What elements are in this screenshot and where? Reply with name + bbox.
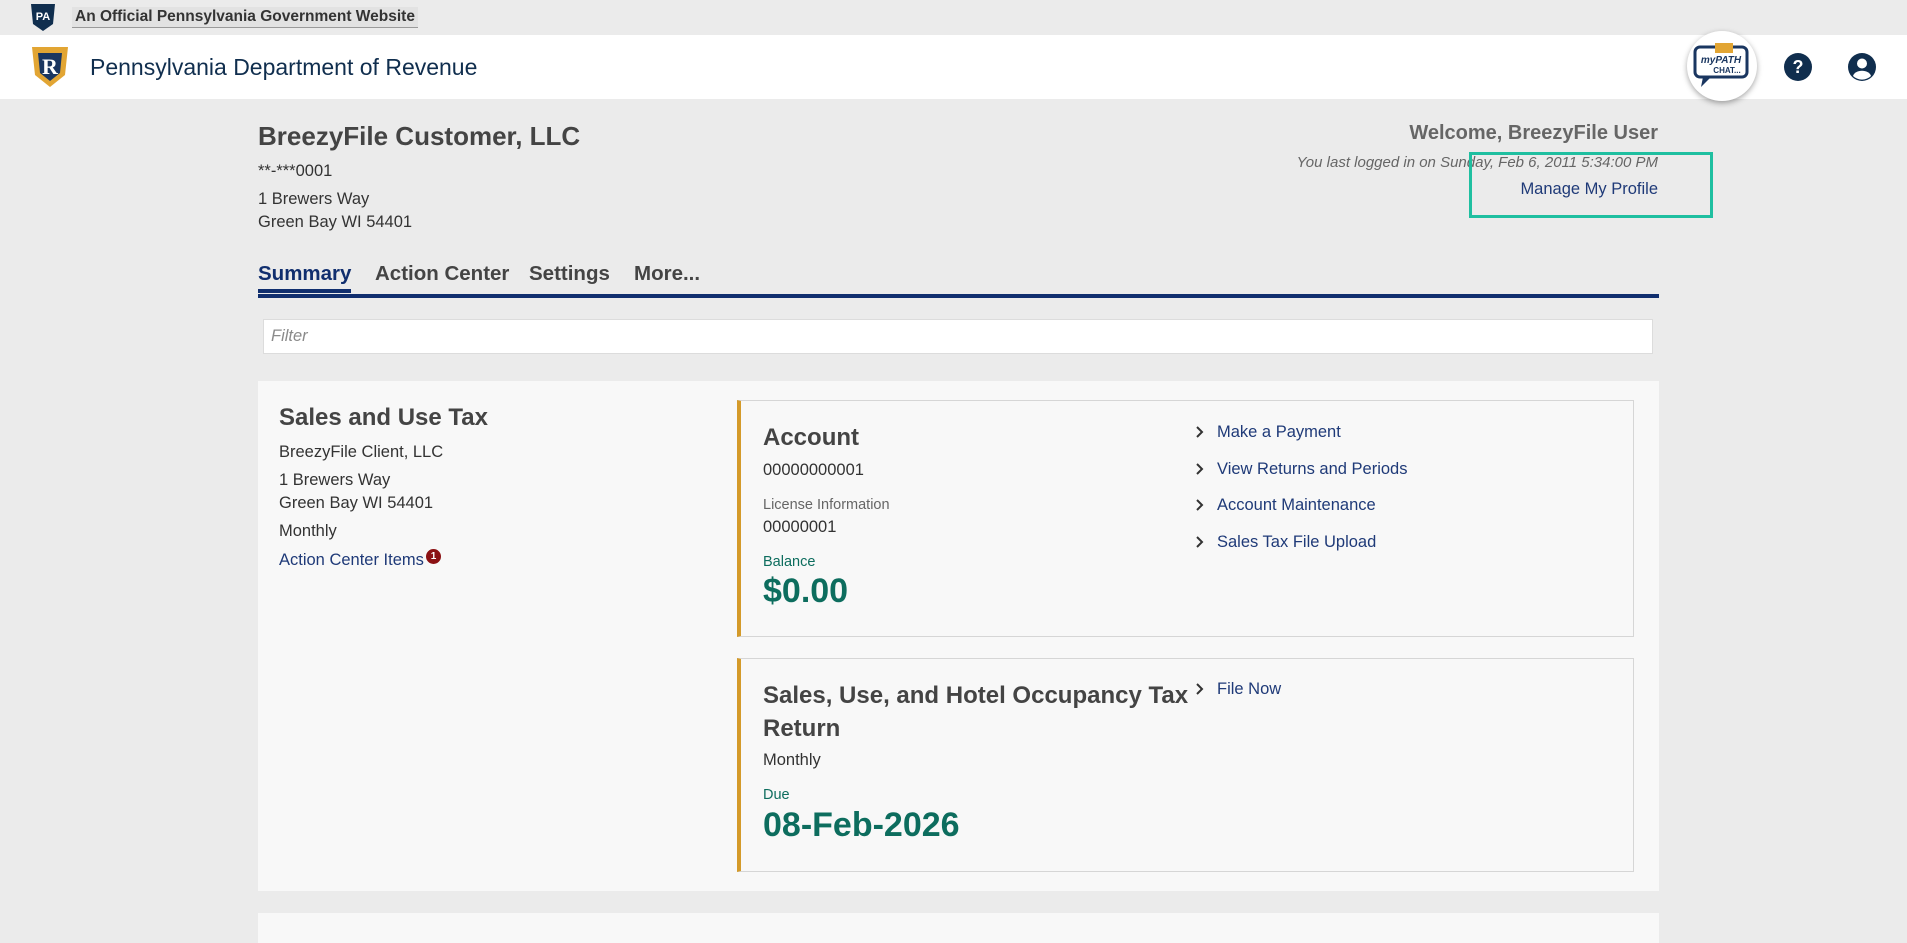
- account-number: 00000000001: [763, 461, 864, 479]
- pa-badge-text: PA: [36, 11, 51, 23]
- mypath-chat-button[interactable]: myPATH CHAT...: [1687, 31, 1757, 101]
- tax-frequency: Monthly: [279, 522, 337, 540]
- chevron-right-icon: [1196, 536, 1204, 548]
- tax-address-line1: 1 Brewers Way: [279, 471, 391, 489]
- tab-more[interactable]: More...: [634, 262, 700, 286]
- tab-settings[interactable]: Settings: [529, 262, 610, 286]
- logo-letter: R: [42, 54, 59, 79]
- return-frequency: Monthly: [763, 751, 821, 769]
- welcome-greeting: Welcome, BreezyFile User: [1409, 122, 1658, 144]
- due-date: 08-Feb-2026: [763, 806, 960, 844]
- sales-tax-upload-label: Sales Tax File Upload: [1217, 533, 1377, 551]
- tax-account-title: Sales and Use Tax: [279, 404, 488, 431]
- view-returns-label: View Returns and Periods: [1217, 460, 1408, 478]
- chat-text-bottom: CHAT...: [1713, 66, 1740, 75]
- balance-amount: $0.00: [763, 572, 849, 610]
- return-panel: Sales, Use, and Hotel Occupancy Tax Retu…: [737, 658, 1634, 872]
- customer-name: BreezyFile Customer, LLC: [258, 121, 581, 151]
- official-banner-text: An Official Pennsylvania Government Webs…: [72, 7, 418, 28]
- due-label: Due: [763, 787, 790, 803]
- return-title-line1: Sales, Use, and Hotel Occupancy Tax: [763, 682, 1189, 709]
- tax-account-card: Sales and Use Tax BreezyFile Client, LLC…: [258, 381, 1659, 891]
- balance-label: Balance: [763, 554, 816, 570]
- official-banner: PA An Official Pennsylvania Government W…: [0, 0, 1907, 35]
- tab-action-center[interactable]: Action Center: [375, 262, 509, 286]
- tax-client-name: BreezyFile Client, LLC: [279, 443, 444, 461]
- action-center-count-badge: 1: [426, 549, 441, 564]
- svg-text:?: ?: [1793, 57, 1804, 77]
- chat-text-top: myPATH: [1701, 55, 1742, 66]
- chevron-right-icon: [1196, 683, 1204, 695]
- action-center-items-link[interactable]: Action Center Items: [279, 551, 424, 570]
- help-icon[interactable]: ?: [1783, 52, 1813, 82]
- license-number: 00000001: [763, 518, 837, 536]
- customer-address-line1: 1 Brewers Way: [258, 190, 370, 208]
- main-tabs: Summary Action Center Settings More...: [258, 259, 1659, 298]
- active-tab-underline: [258, 289, 351, 293]
- next-account-card: [258, 913, 1659, 943]
- return-title-line2: Return: [763, 715, 841, 742]
- account-panel: Account 00000000001 License Information …: [737, 400, 1634, 637]
- chevron-right-icon: [1196, 426, 1204, 438]
- highlight-box: [1469, 152, 1713, 218]
- revenue-keystone-logo[interactable]: R: [28, 45, 72, 89]
- file-now-label: File Now: [1217, 680, 1282, 698]
- customer-address-line2: Green Bay WI 54401: [258, 213, 413, 231]
- filter-input[interactable]: [263, 319, 1653, 354]
- license-label: License Information: [763, 497, 890, 513]
- tab-summary[interactable]: Summary: [258, 262, 351, 286]
- tax-address-line2: Green Bay WI 54401: [279, 494, 434, 512]
- site-title: Pennsylvania Department of Revenue: [90, 54, 478, 80]
- account-maintenance-label: Account Maintenance: [1217, 496, 1376, 514]
- chat-bubble-icon: myPATH CHAT...: [1693, 43, 1749, 87]
- site-header: R Pennsylvania Department of Revenue myP…: [0, 31, 1907, 101]
- chevron-right-icon: [1196, 499, 1204, 511]
- account-title: Account: [763, 424, 859, 451]
- chevron-right-icon: [1196, 463, 1204, 475]
- customer-id: **-***0001: [258, 162, 333, 180]
- make-payment-label: Make a Payment: [1217, 423, 1341, 441]
- pa-keystone-icon: PA: [31, 4, 55, 31]
- account-icon[interactable]: [1847, 52, 1877, 82]
